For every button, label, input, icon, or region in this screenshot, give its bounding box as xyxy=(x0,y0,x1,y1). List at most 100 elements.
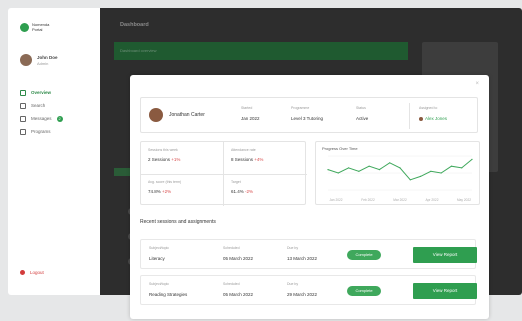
stat-value: 8 Sessions +4% xyxy=(231,157,307,162)
student-name: Jonathan Carter xyxy=(169,112,205,118)
logo-text: Nomenda Portal xyxy=(32,22,50,32)
stat-tile: Target 61.4% -2% xyxy=(224,174,307,206)
row-cell: Scheduled 05 March 2022 xyxy=(223,282,253,297)
row-cell: Subject/topic Literacy xyxy=(149,246,169,261)
data-point xyxy=(399,167,401,169)
divider xyxy=(141,174,307,175)
stat-number: 61.4% xyxy=(231,189,244,194)
stat-number: 74.8% xyxy=(148,189,161,194)
message-count-badge: 2 xyxy=(56,115,63,122)
x-tick-label: Feb 2022 xyxy=(361,198,375,202)
sidebar-item-programs[interactable]: Programs xyxy=(20,125,94,138)
progress-chart: Progress Over Time Jan 2022 Feb 2022 Mar 2… xyxy=(315,141,480,205)
sidebar-item-label: Programs xyxy=(31,129,51,134)
section-title: Recent sessions and assignments xyxy=(140,219,216,225)
avatar xyxy=(20,54,32,66)
stat-label: Target xyxy=(231,180,241,184)
assigned-field: Assigned to Alex Jones xyxy=(419,106,447,121)
table-row: Subject/topic Reading Strategies Schedul… xyxy=(140,275,477,305)
field-label: Started xyxy=(241,106,253,110)
data-point xyxy=(378,169,381,171)
x-tick-label: May 2022 xyxy=(457,198,471,202)
grid-icon xyxy=(20,89,26,96)
cell-label: Subject/topic xyxy=(149,246,170,250)
data-point xyxy=(327,169,329,171)
stats-panel: Sessions this week 2 Sessions +1% Attend… xyxy=(140,141,307,206)
field-label: Programme xyxy=(291,106,310,110)
data-point xyxy=(471,158,473,160)
sidebar-item-label: Search xyxy=(31,103,46,108)
logout-button[interactable]: Logout xyxy=(20,270,44,275)
sidebar-item-messages[interactable]: Messages 2 xyxy=(20,112,94,125)
overview-banner: Dashboard overview xyxy=(114,42,408,60)
header-field: Status Active xyxy=(356,106,368,121)
stat-label: Sessions this week xyxy=(148,148,178,152)
sidebar-item-overview[interactable]: Overview xyxy=(20,86,94,99)
data-point xyxy=(337,172,339,174)
data-point xyxy=(389,162,391,164)
cell-label: Scheduled xyxy=(223,282,240,286)
stat-delta: -2% xyxy=(245,189,254,194)
view-report-button[interactable]: View Report xyxy=(413,247,477,263)
logout-icon xyxy=(20,270,25,275)
user-role: Admin xyxy=(37,60,49,66)
close-icon[interactable]: × xyxy=(475,81,479,87)
data-point xyxy=(430,170,432,172)
cell-value: Literacy xyxy=(149,256,165,261)
stat-tile: Avg. score (this term) 74.8% +2% xyxy=(141,174,224,206)
sidebar-nav: Overview Search Messages 2 Programs xyxy=(20,86,94,138)
message-icon xyxy=(20,115,26,122)
logout-label: Logout xyxy=(30,270,44,275)
stat-delta: +4% xyxy=(254,157,264,162)
logo-icon xyxy=(20,22,29,32)
x-tick-label: Jan 2022 xyxy=(329,198,342,202)
data-point xyxy=(461,167,463,169)
stat-value: 74.8% +2% xyxy=(148,189,224,194)
student-detail-modal: × Jonathan Carter Started Jan 2022 Progr… xyxy=(130,75,489,319)
cell-value: 13 March 2022 xyxy=(287,256,318,261)
data-point xyxy=(409,179,411,181)
user-name: John Doe xyxy=(37,54,58,60)
avatar xyxy=(149,108,163,122)
stat-label: Attendance rate xyxy=(231,148,256,152)
stat-number: 8 Sessions xyxy=(231,157,254,162)
sidebar-item-label: Messages xyxy=(31,116,52,121)
chart-svg: Jan 2022 Feb 2022 Mar 2022 Apr 2022 May 2022 xyxy=(327,155,473,202)
cell-value: Reading Strategies xyxy=(149,292,188,297)
row-cell: Subject/topic Reading Strategies xyxy=(149,282,187,297)
data-point xyxy=(450,165,453,167)
data-point xyxy=(419,175,422,177)
search-icon xyxy=(20,102,26,109)
logo[interactable]: Nomenda Portal xyxy=(20,22,58,32)
cell-label: Due by xyxy=(287,282,299,286)
stat-tile: Attendance rate 8 Sessions +4% xyxy=(224,142,307,174)
field-value: Jan 2022 xyxy=(241,116,260,121)
sidebar-item-search[interactable]: Search xyxy=(20,99,94,112)
stat-value: 2 Sessions +1% xyxy=(148,157,224,162)
stat-tile: Sessions this week 2 Sessions +1% xyxy=(141,142,224,174)
data-point xyxy=(358,170,360,172)
cell-label: Scheduled xyxy=(223,246,240,250)
student-header: Jonathan Carter Started Jan 2022 Program… xyxy=(140,97,478,133)
status-badge: Complete xyxy=(347,250,381,260)
cell-label: Due by xyxy=(287,246,299,250)
assignee-name: Alex Jones xyxy=(425,116,448,121)
table-row: Subject/topic Literacy Scheduled 05 Marc… xyxy=(140,239,477,269)
sidebar: Nomenda Portal John Doe Admin Overview S… xyxy=(8,8,100,295)
view-report-button[interactable]: View Report xyxy=(413,283,477,299)
x-tick-label: Apr 2022 xyxy=(426,198,439,202)
x-tick-label: Mar 2022 xyxy=(393,198,407,202)
field-label: Assigned to xyxy=(419,106,438,110)
header-field: Programme Level 3 Tutoring xyxy=(291,106,323,121)
row-cell: Due by 29 March 2022 xyxy=(287,282,317,297)
header-field: Started Jan 2022 xyxy=(241,106,260,121)
page-title: Dashboard xyxy=(120,22,149,28)
cell-label: Subject/topic xyxy=(149,282,170,286)
cell-value: 05 March 2022 xyxy=(223,292,254,297)
sidebar-item-label: Overview xyxy=(31,90,52,95)
field-label: Status xyxy=(356,106,366,110)
status-badge: Complete xyxy=(347,286,381,296)
data-point xyxy=(347,167,350,169)
stat-number: 2 Sessions xyxy=(148,157,171,162)
user-profile[interactable]: John Doe Admin xyxy=(20,54,58,66)
